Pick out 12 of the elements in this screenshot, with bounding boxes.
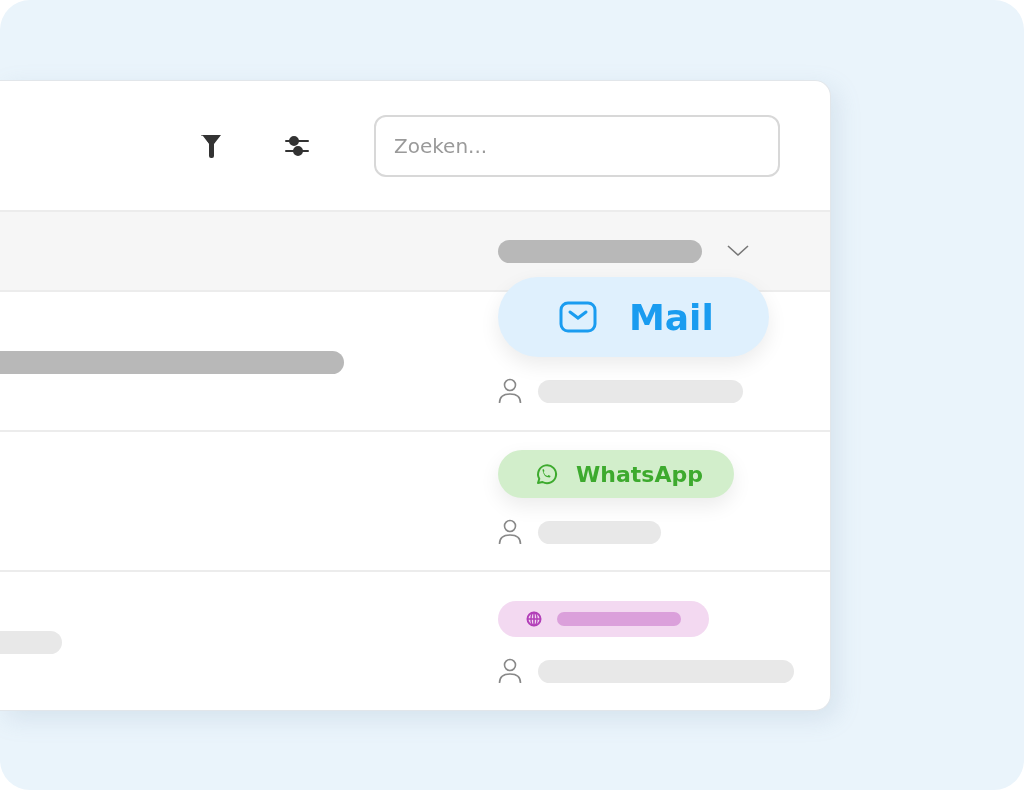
user-icon [498, 519, 522, 545]
user-icon [498, 378, 522, 404]
sliders-icon[interactable] [284, 133, 310, 158]
user-icon [498, 658, 522, 684]
whatsapp-icon [534, 462, 558, 486]
filter-icon[interactable] [200, 132, 222, 159]
chevron-down-icon[interactable] [727, 245, 749, 257]
channel-label: Mail [629, 296, 714, 338]
search-field[interactable]: Zoeken... [374, 114, 780, 177]
envelope-icon [559, 301, 597, 333]
channel-label: WhatsApp [576, 461, 703, 487]
globe-icon [526, 611, 542, 627]
